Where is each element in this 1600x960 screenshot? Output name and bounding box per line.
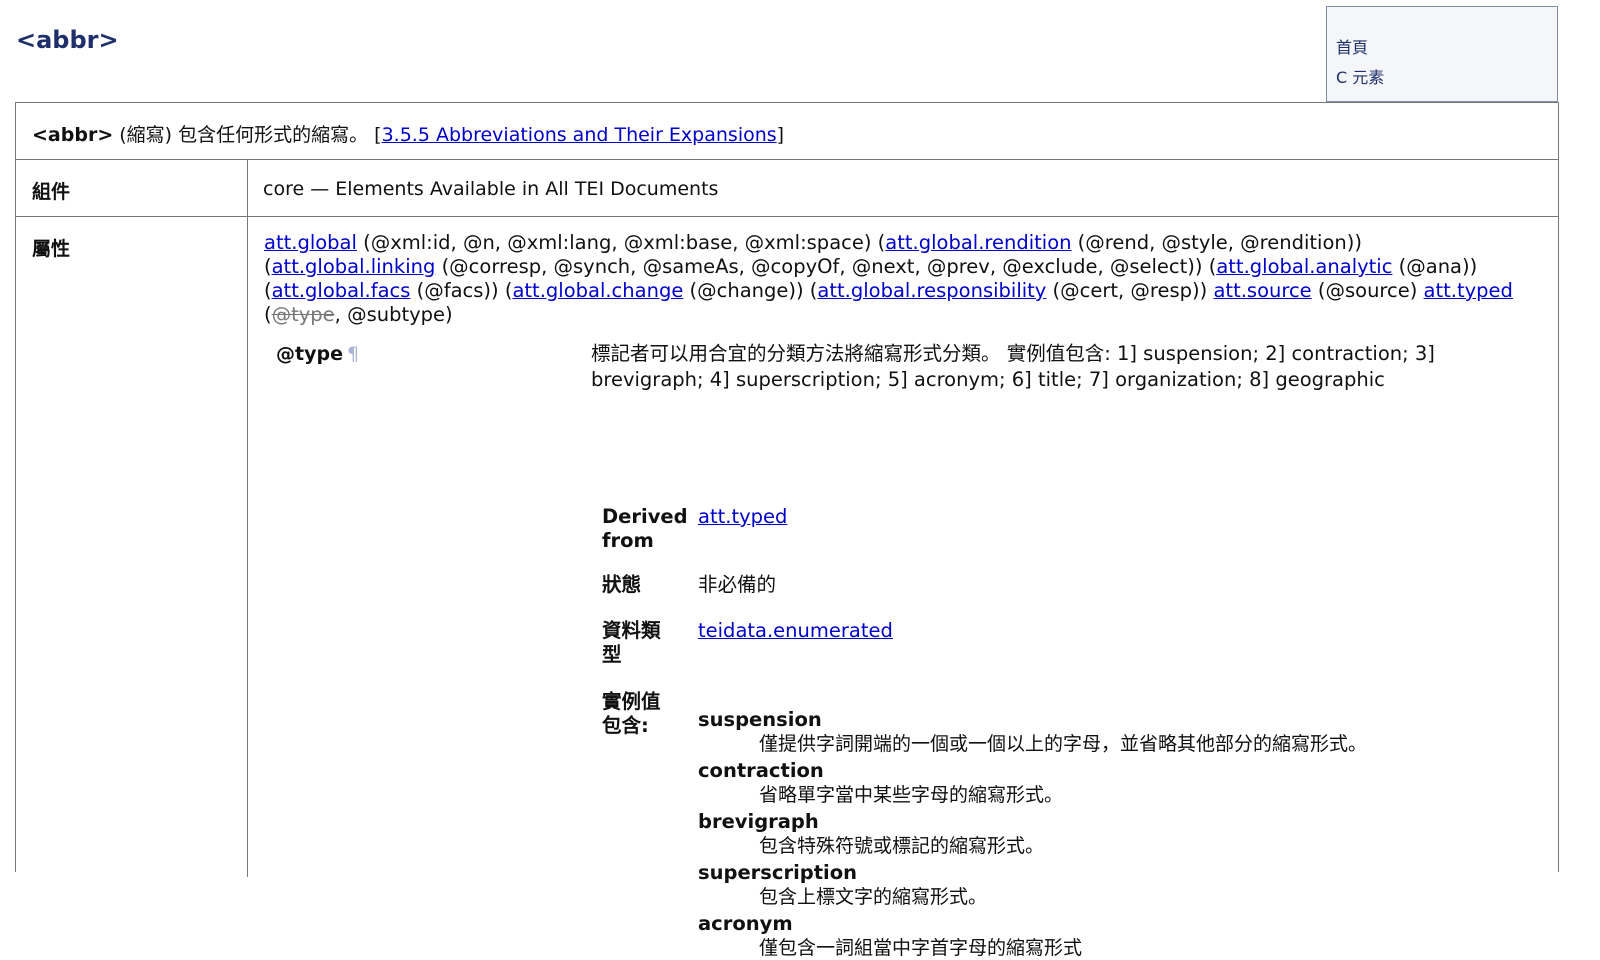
class-attrs: (@facs)) ( [410, 279, 513, 302]
class-attrs: (@ana)) [1392, 255, 1478, 278]
value-term: superscription [698, 861, 857, 884]
class-link-att-global-responsibility[interactable]: att.global.responsibility [817, 279, 1046, 302]
attribute-name-text: @type [276, 343, 343, 365]
value-term: acronym [698, 912, 793, 935]
class-attrs: (@rend, @style, @rendition)) [1071, 231, 1362, 254]
nav-box: 首頁 C 元素 [1326, 6, 1558, 102]
datatype-link[interactable]: teidata.enumerated [698, 619, 893, 643]
paren: ( [264, 303, 272, 326]
module-row: 組件 core — Elements Available in All TEI … [16, 160, 1558, 217]
attribute-classes: att.global (@xml:id, @n, @xml:lang, @xml… [264, 231, 1534, 327]
class-attrs: (@xml:id, @n, @xml:lang, @xml:base, @xml… [356, 231, 886, 254]
nav-link-c-elements[interactable]: C 元素 [1336, 63, 1557, 93]
paren: ( [264, 279, 272, 302]
status-label: 狀態 [602, 573, 642, 596]
class-link-att-global[interactable]: att.global [264, 231, 357, 254]
paren: ( [264, 255, 272, 278]
class-link-att-global-rendition[interactable]: att.global.rendition [885, 231, 1071, 254]
guidelines-section-link[interactable]: 3.5.5 Abbreviations and Their Expansions [382, 124, 777, 146]
subtype-attr: , @subtype) [334, 303, 453, 326]
value-desc: 包含特殊符號或標記的縮寫形式。 [759, 835, 1045, 857]
value-desc: 包含上標文字的縮寫形式。 [759, 886, 988, 908]
class-attrs: (@cert, @resp)) [1046, 279, 1214, 302]
element-gloss: (縮寫) 包含任何形式的縮寫。 [ [113, 124, 382, 146]
attributes-row: 屬性 att.global (@xml:id, @n, @xml:lang, @… [16, 217, 1558, 959]
status-value: 非必備的 [698, 573, 777, 596]
class-link-att-global-analytic[interactable]: att.global.analytic [1216, 255, 1392, 278]
page-title: <abbr> [16, 26, 119, 54]
module-value: core — Elements Available in All TEI Doc… [263, 178, 719, 200]
spec-header-row: <abbr> (縮寫) 包含任何形式的縮寫。 [3.5.5 Abbreviati… [16, 103, 1558, 160]
class-link-att-global-linking[interactable]: att.global.linking [272, 255, 436, 278]
bracket-close: ] [776, 124, 785, 146]
class-link-att-global-facs[interactable]: att.global.facs [272, 279, 411, 302]
pilcrow-icon[interactable]: ¶ [347, 343, 359, 365]
element-name: <abbr> [32, 124, 114, 146]
value-desc: 僅包含一詞組當中字首字母的縮寫形式 [759, 937, 1083, 959]
class-link-att-global-change[interactable]: att.global.change [512, 279, 683, 302]
value-term: brevigraph [698, 810, 819, 833]
class-attrs: (@source) [1311, 279, 1424, 302]
class-link-att-typed[interactable]: att.typed [1424, 279, 1513, 302]
value-desc: 僅提供字詞開端的一個或一個以上的字母，並省略其他部分的縮寫形式。 [759, 733, 1368, 755]
class-attrs: (@corresp, @synch, @sameAs, @copyOf, @ne… [435, 255, 1217, 278]
class-attrs: (@change)) ( [683, 279, 818, 302]
value-desc: 省略單字當中某些字母的縮寫形式。 [759, 784, 1064, 806]
derived-from-link[interactable]: att.typed [698, 505, 787, 529]
module-label: 組件 [16, 160, 248, 216]
value-term: contraction [698, 759, 824, 782]
sample-values-label: 實例值包含: [602, 690, 661, 737]
type-attribute-description: 標記者可以用合宜的分類方法將縮寫形式分類。 實例值包含: 1] suspensi… [591, 342, 1435, 391]
overridden-type-attr: @type [271, 303, 335, 326]
value-term: suspension [698, 708, 822, 731]
class-link-att-source[interactable]: att.source [1213, 279, 1311, 302]
type-attribute-name: @type ¶ [276, 343, 359, 365]
spec-table: <abbr> (縮寫) 包含任何形式的縮寫。 [3.5.5 Abbreviati… [15, 102, 1559, 959]
derived-from-label: Derived from [602, 505, 688, 552]
attributes-label: 屬性 [16, 217, 248, 877]
datatype-label: 資料類型 [602, 619, 661, 666]
nav-link-home[interactable]: 首頁 [1336, 33, 1557, 63]
